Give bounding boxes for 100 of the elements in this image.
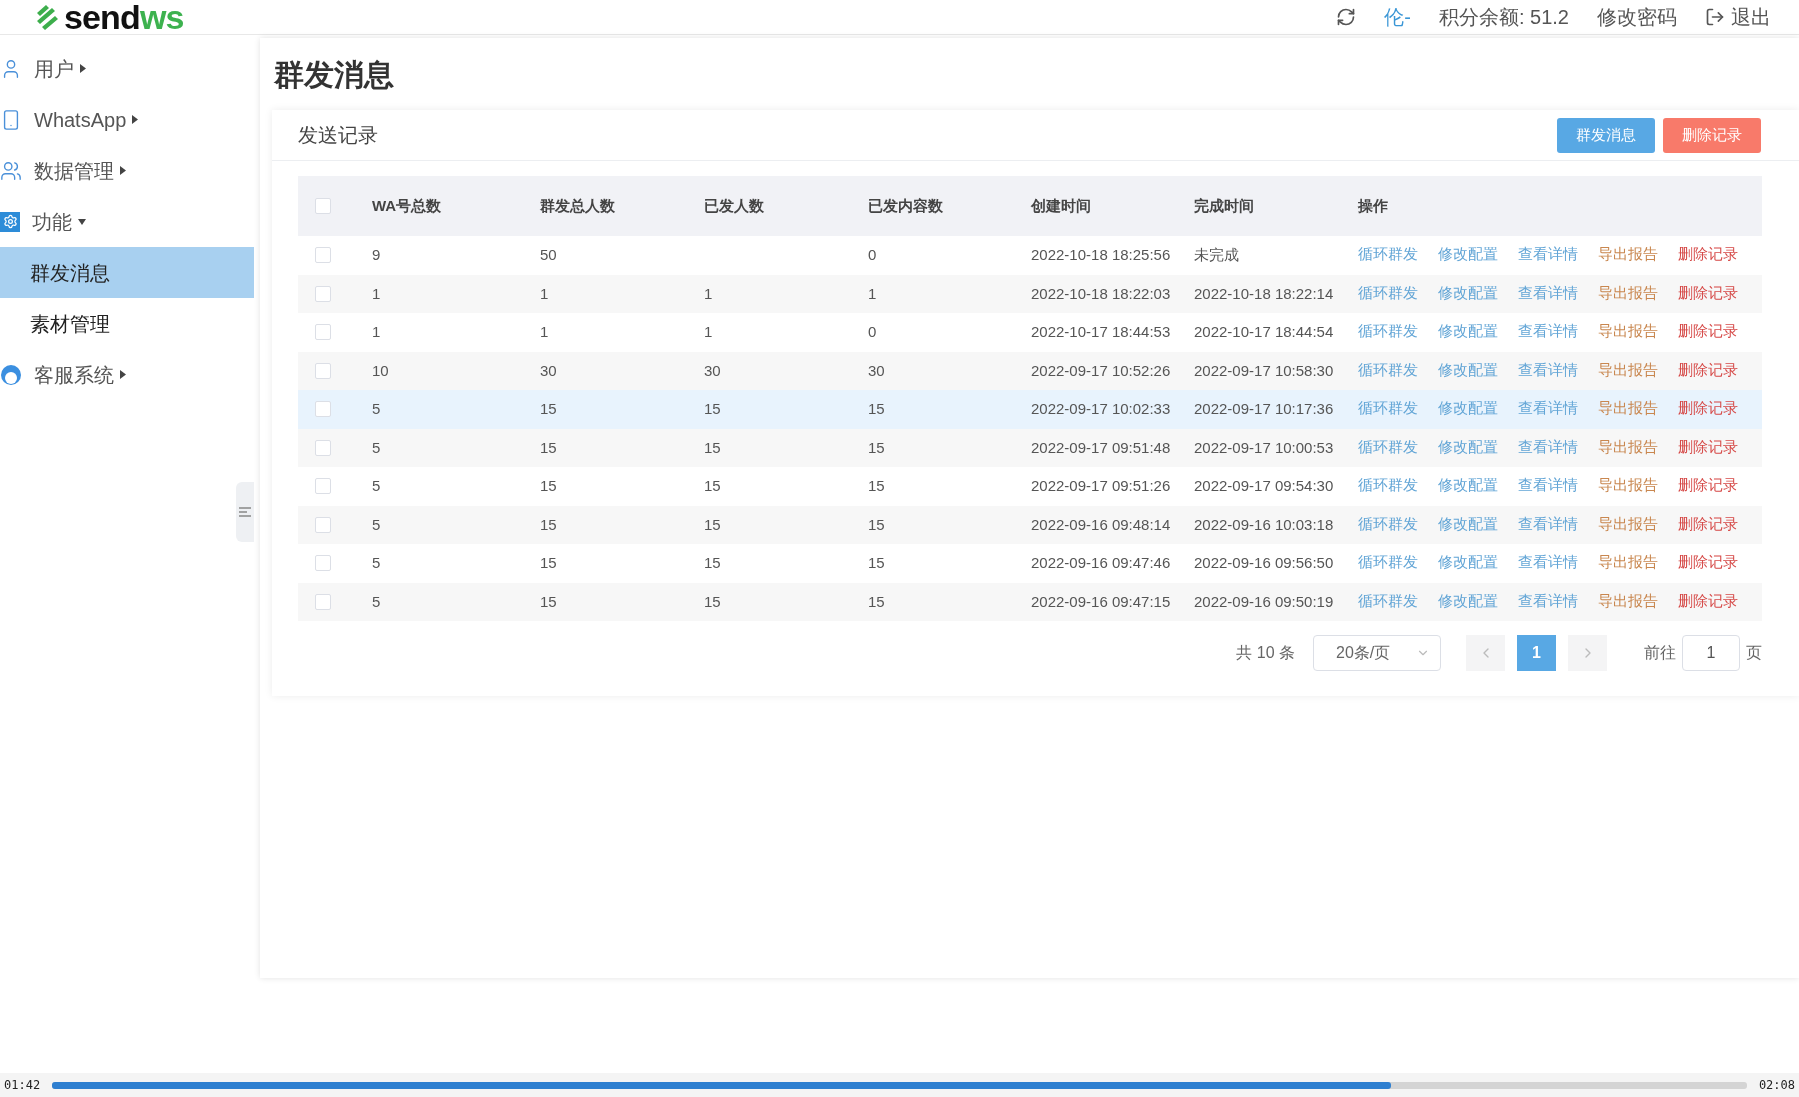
row-action-link[interactable]: 查看详情 <box>1518 282 1578 305</box>
change-password-link[interactable]: 修改密码 <box>1597 2 1677 32</box>
table-cell: 1 <box>372 284 381 302</box>
checkbox[interactable] <box>315 516 331 533</box>
row-action-link[interactable]: 修改配置 <box>1438 475 1498 498</box>
table-cell: 未完成 <box>1194 246 1239 263</box>
row-action-link[interactable]: 修改配置 <box>1438 244 1498 267</box>
row-action-link[interactable]: 删除记录 <box>1678 359 1738 382</box>
goto-suffix: 页 <box>1746 643 1762 663</box>
logout-button[interactable]: 退出 <box>1705 2 1771 32</box>
row-action-link[interactable]: 导出报告 <box>1598 436 1658 459</box>
table-cell: 15 <box>868 400 885 417</box>
checkbox[interactable] <box>315 478 331 495</box>
row-action-link[interactable]: 修改配置 <box>1438 552 1498 575</box>
caret-down-icon <box>78 218 86 225</box>
table-cell: 2022-09-17 10:52:26 <box>1031 361 1171 379</box>
row-action-link[interactable]: 删除记录 <box>1678 436 1738 459</box>
column-header: 已发人数 <box>704 195 764 216</box>
row-action-link[interactable]: 修改配置 <box>1438 282 1498 305</box>
row-action-link[interactable]: 循环群发 <box>1358 513 1418 536</box>
row-action-link[interactable]: 导出报告 <box>1598 475 1658 498</box>
row-action-link[interactable]: 导出报告 <box>1598 552 1658 575</box>
row-action-link[interactable]: 修改配置 <box>1438 436 1498 459</box>
user-name[interactable]: 伦- <box>1384 2 1411 32</box>
row-action-link[interactable]: 循环群发 <box>1358 590 1418 613</box>
delete-records-button[interactable]: 删除记录 <box>1663 117 1761 153</box>
row-action-link[interactable]: 修改配置 <box>1438 513 1498 536</box>
table-cell: 15 <box>704 592 721 610</box>
row-action-link[interactable]: 修改配置 <box>1438 321 1498 344</box>
next-page-button[interactable] <box>1568 635 1607 671</box>
sidebar-item[interactable]: 数据管理 <box>0 145 254 196</box>
row-action-link[interactable]: 查看详情 <box>1518 398 1578 421</box>
row-action-link[interactable]: 查看详情 <box>1518 321 1578 344</box>
checkbox[interactable] <box>315 247 331 264</box>
row-action-link[interactable]: 导出报告 <box>1598 359 1658 382</box>
row-action-link[interactable]: 导出报告 <box>1598 321 1658 344</box>
row-action-link[interactable]: 修改配置 <box>1438 398 1498 421</box>
prev-page-button[interactable] <box>1466 635 1505 671</box>
row-action-link[interactable]: 查看详情 <box>1518 359 1578 382</box>
checkbox[interactable] <box>315 324 331 341</box>
collapse-handle[interactable] <box>236 482 254 542</box>
sidebar-item[interactable]: WhatsApp <box>0 94 254 145</box>
row-action-link[interactable]: 删除记录 <box>1678 475 1738 498</box>
duration-time: 02:08 <box>1758 1077 1795 1094</box>
row-action-link[interactable]: 导出报告 <box>1598 398 1658 421</box>
page-size-select[interactable]: 20条/页 <box>1313 635 1441 671</box>
row-action-link[interactable]: 循环群发 <box>1358 244 1418 267</box>
row-action-link[interactable]: 导出报告 <box>1598 590 1658 613</box>
row-action-link[interactable]: 删除记录 <box>1678 244 1738 267</box>
progress-track[interactable] <box>52 1081 1747 1089</box>
bulk-send-button[interactable]: 群发消息 <box>1557 117 1655 153</box>
row-action-link[interactable]: 查看详情 <box>1518 244 1578 267</box>
row-action-link[interactable]: 删除记录 <box>1678 513 1738 536</box>
row-action-link[interactable]: 修改配置 <box>1438 359 1498 382</box>
sidebar-item[interactable]: 客服系统 <box>0 349 254 400</box>
sidebar-subitem[interactable]: 素材管理 <box>0 298 254 349</box>
sidebar-item[interactable]: 功能 <box>0 196 254 247</box>
page-button[interactable]: 1 <box>1517 635 1556 671</box>
caret-right-icon <box>132 115 139 124</box>
table-cell: 1 <box>704 323 713 340</box>
row-action-link[interactable]: 循环群发 <box>1358 282 1418 305</box>
checkbox[interactable] <box>315 285 331 302</box>
checkbox[interactable] <box>315 555 331 572</box>
table-cell: 15 <box>704 554 721 571</box>
checkbox[interactable] <box>315 401 331 418</box>
goto-page-field[interactable]: 1 <box>1682 635 1740 671</box>
row-action-link[interactable]: 循环群发 <box>1358 398 1418 421</box>
row-action-link[interactable]: 删除记录 <box>1678 398 1738 421</box>
row-action-link[interactable]: 导出报告 <box>1598 513 1658 536</box>
row-action-link[interactable]: 删除记录 <box>1678 282 1738 305</box>
table-cell: 5 <box>372 515 381 533</box>
row-action-link[interactable]: 查看详情 <box>1518 590 1578 613</box>
sidebar-subitem[interactable]: 群发消息 <box>0 247 254 298</box>
checkbox[interactable] <box>315 198 331 214</box>
row-action-link[interactable]: 查看详情 <box>1518 475 1578 498</box>
row-action-link[interactable]: 循环群发 <box>1358 359 1418 382</box>
table-cell: 15 <box>868 515 885 533</box>
row-action-link[interactable]: 查看详情 <box>1518 552 1578 575</box>
checkbox[interactable] <box>315 593 331 610</box>
refresh-icon[interactable] <box>1336 7 1357 27</box>
sidebar-item[interactable]: 用户 <box>0 43 254 94</box>
row-action-link[interactable]: 修改配置 <box>1438 590 1498 613</box>
logout-icon <box>1705 7 1725 27</box>
table-cell: 15 <box>540 515 557 533</box>
row-action-link[interactable]: 循环群发 <box>1358 436 1418 459</box>
table-cell: 15 <box>704 477 721 494</box>
row-action-link[interactable]: 查看详情 <box>1518 436 1578 459</box>
row-action-link[interactable]: 循环群发 <box>1358 321 1418 344</box>
checkbox[interactable] <box>315 439 331 456</box>
table-cell: 5 <box>372 438 381 456</box>
row-action-link[interactable]: 导出报告 <box>1598 244 1658 267</box>
row-action-link[interactable]: 删除记录 <box>1678 321 1738 344</box>
table-cell: 2022-09-16 09:47:46 <box>1031 554 1171 571</box>
row-action-link[interactable]: 循环群发 <box>1358 552 1418 575</box>
row-action-link[interactable]: 导出报告 <box>1598 282 1658 305</box>
row-action-link[interactable]: 删除记录 <box>1678 552 1738 575</box>
row-action-link[interactable]: 循环群发 <box>1358 475 1418 498</box>
row-action-link[interactable]: 查看详情 <box>1518 513 1578 536</box>
checkbox[interactable] <box>315 362 331 379</box>
row-action-link[interactable]: 删除记录 <box>1678 590 1738 613</box>
